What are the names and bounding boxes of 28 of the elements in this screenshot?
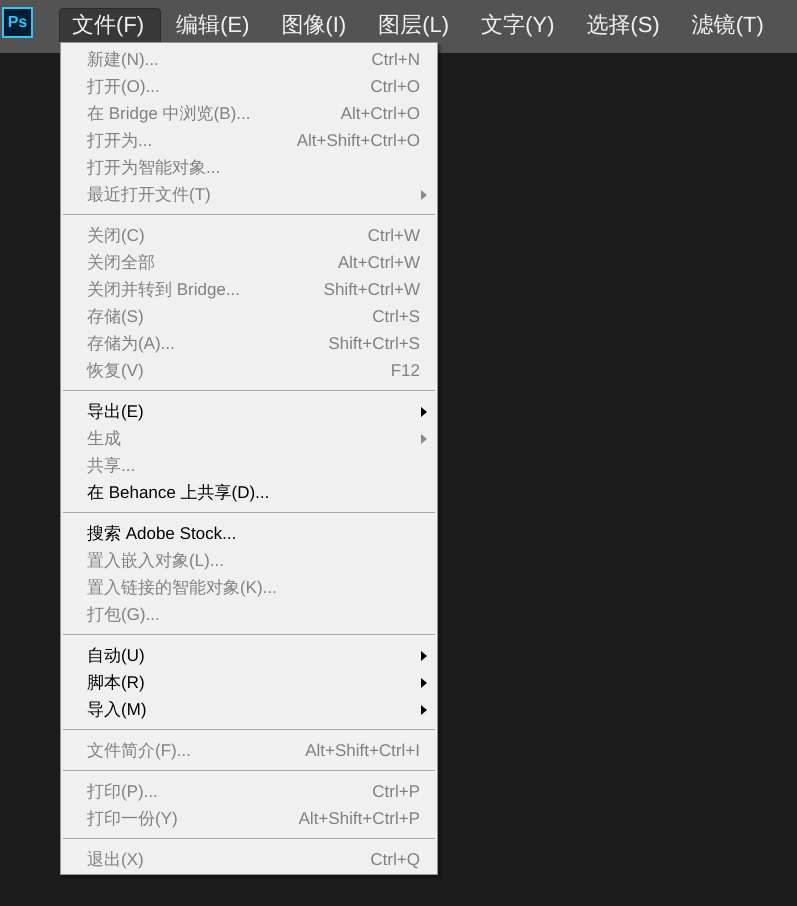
shortcut-text: Alt+Ctrl+W: [338, 252, 420, 272]
shortcut-text: Ctrl+O: [370, 76, 420, 96]
shortcut-text: Ctrl+P: [372, 782, 420, 802]
menu-bar-item[interactable]: 滤镜(T): [678, 8, 781, 42]
app-logo: Ps: [2, 7, 33, 38]
shortcut-text: Ctrl+Q: [370, 850, 420, 870]
menu-bar-item[interactable]: 编辑(E): [163, 8, 266, 42]
shortcut-text: Shift+Ctrl+S: [328, 334, 420, 354]
menu-bar-item[interactable]: 图层(L): [365, 8, 466, 42]
shortcut-text: Shift+Ctrl+W: [324, 280, 420, 300]
menu-item[interactable]: 导出(E): [87, 400, 144, 423]
shortcut-text: Ctrl+W: [368, 226, 420, 246]
shortcut-text: Alt+Shift+Ctrl+I: [305, 740, 420, 760]
menu-item[interactable]: 自动(U): [87, 644, 145, 667]
menu-item[interactable]: 脚本(R): [87, 671, 145, 694]
menu-bar-item[interactable]: 文字(Y): [468, 8, 572, 42]
menu-item[interactable]: 导入(M): [87, 698, 146, 721]
menu-item[interactable]: 在 Behance 上共享(D)...: [87, 481, 270, 504]
shortcut-text: Ctrl+N: [371, 50, 420, 70]
menu-bar-item[interactable]: 选择(S): [573, 8, 677, 42]
shortcut-text: Alt+Ctrl+O: [340, 104, 420, 124]
shortcut-text: F12: [390, 360, 420, 380]
menu-bar-item[interactable]: 图像(I): [268, 8, 364, 42]
shortcut-text: Ctrl+S: [372, 306, 420, 326]
shortcut-text: Alt+Shift+Ctrl+P: [298, 808, 420, 828]
shortcut-text: Alt+Shift+Ctrl+O: [296, 130, 420, 150]
menu-bar-item[interactable]: 文件(F): [59, 8, 162, 42]
menu-item[interactable]: 搜索 Adobe Stock...: [87, 522, 236, 545]
